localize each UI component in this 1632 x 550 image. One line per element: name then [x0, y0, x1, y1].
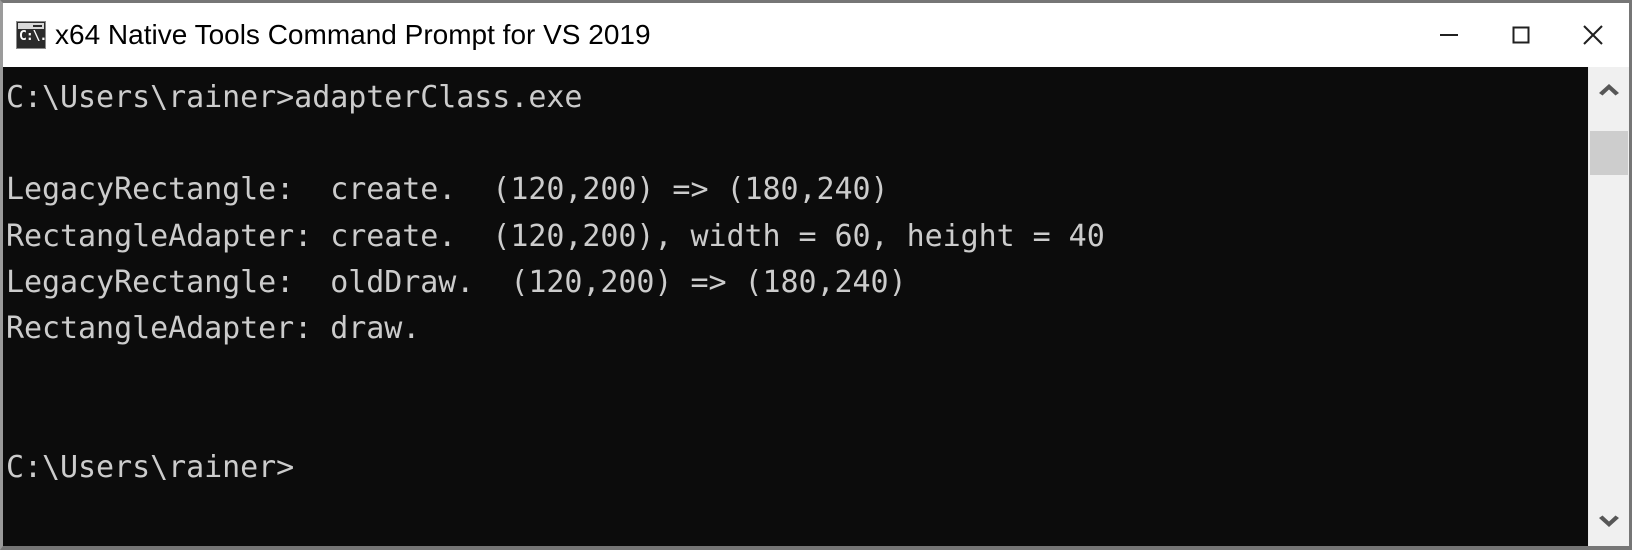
scrollbar-thumb[interactable] — [1590, 131, 1628, 175]
window-title: x64 Native Tools Command Prompt for VS 2… — [55, 19, 651, 50]
close-button[interactable] — [1557, 3, 1629, 67]
window-titlebar[interactable]: C:\. x64 Native Tools Command Prompt for… — [3, 3, 1629, 67]
command-prompt-window: C:\. x64 Native Tools Command Prompt for… — [0, 0, 1632, 550]
maximize-button[interactable] — [1485, 3, 1557, 67]
scrollbar-down-button[interactable] — [1589, 500, 1629, 544]
chevron-down-icon — [1599, 515, 1619, 527]
icon-prompt-text: C:\. — [19, 29, 46, 44]
console-scrollbar[interactable] — [1588, 67, 1629, 546]
console-output-area[interactable]: C:\Users\rainer>adapterClass.exe LegacyR… — [3, 67, 1629, 546]
chevron-up-icon — [1599, 84, 1619, 96]
command-prompt-icon: C:\. — [16, 21, 46, 49]
console-text: C:\Users\rainer>adapterClass.exe LegacyR… — [6, 80, 1105, 485]
minimize-icon — [1440, 34, 1458, 36]
maximize-icon — [1512, 26, 1530, 44]
close-icon — [1583, 25, 1603, 45]
scrollbar-up-button[interactable] — [1589, 67, 1629, 111]
minimize-button[interactable] — [1413, 3, 1485, 67]
